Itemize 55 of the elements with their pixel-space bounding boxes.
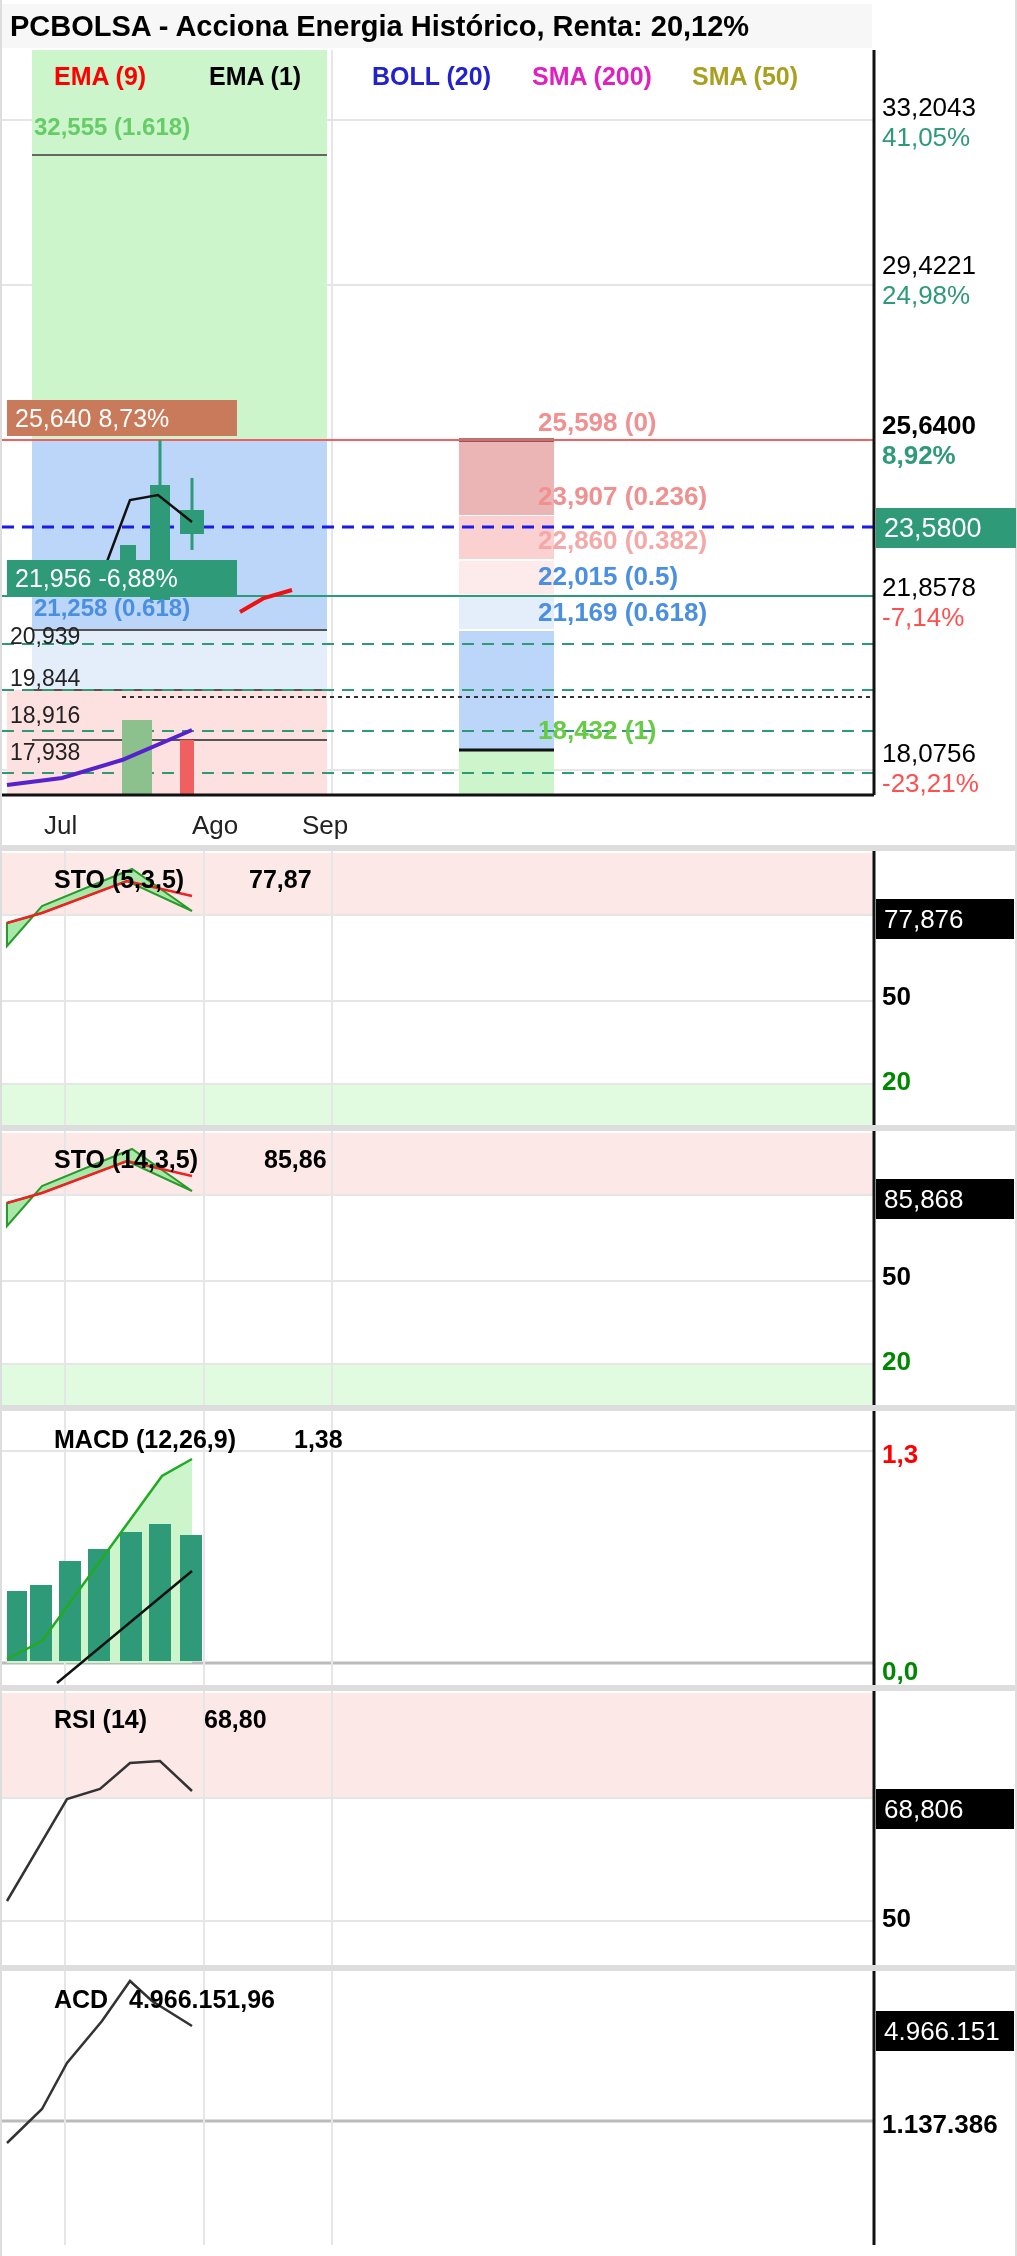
fibonacci-label: 22,015 (0.5) <box>538 560 679 592</box>
axis-change-label: 24,98% <box>882 280 971 310</box>
price-level-label: 19,844 <box>10 664 81 692</box>
x-axis-label: Ago <box>192 809 239 842</box>
fibonacci-label: 22,860 (0.382) <box>538 524 708 556</box>
current-price-tag: 23,5800 <box>876 508 1016 548</box>
indicator-value: 85,86 <box>264 1144 327 1175</box>
price-level-label: 18,916 <box>10 701 81 729</box>
axis-label: 0,0 <box>882 1656 919 1686</box>
axis-change-label: -7,14% <box>882 602 965 632</box>
indicator-value: 77,87 <box>249 864 312 895</box>
x-axis-label: Jul <box>44 809 78 842</box>
fibonacci-label: 21,169 (0.618) <box>538 596 708 628</box>
fibonacci-label: 32,555 (1.618) <box>34 112 191 142</box>
indicator-value: 1,38 <box>294 1424 343 1455</box>
indicator-value: 68,80 <box>204 1704 267 1735</box>
axis-label: 20 <box>882 1066 911 1096</box>
price-level-label: 20,939 <box>10 622 81 650</box>
axis-change-label: 41,05% <box>882 122 971 152</box>
axis-label: 50 <box>882 1903 911 1933</box>
axis-label: 50 <box>882 1261 911 1291</box>
indicator-legend: EMA (1) <box>209 58 302 96</box>
axis-price-label: 25,6400 <box>882 410 976 440</box>
indicator-legend: SMA (50) <box>692 58 799 96</box>
axis-label: 1,3 <box>882 1439 919 1469</box>
indicator-legend: EMA (9) <box>54 58 147 96</box>
indicator-title: MACD (12,26,9) <box>54 1424 236 1455</box>
axis-label: 50 <box>882 981 911 1011</box>
value-tag: 68,806 <box>876 1789 1014 1829</box>
axis-price-label: 33,2043 <box>882 92 976 122</box>
value-tag: 85,868 <box>876 1179 1014 1219</box>
x-axis-label: Sep <box>302 809 349 842</box>
chart-title: PCBOLSA - Acciona Energia Histórico, Renta: 20,12% <box>2 4 872 48</box>
histogram-bar <box>7 1591 27 1661</box>
price-level-label: 17,938 <box>10 738 81 766</box>
axis-price-label: 29,4221 <box>882 250 976 280</box>
indicator-title: ACD <box>54 1984 109 2015</box>
axis-price-label: 21,8578 <box>882 572 976 602</box>
indicator-legend: BOLL (20) <box>372 58 491 96</box>
axis-change-label: 8,92% <box>882 440 956 470</box>
volume-bar <box>180 740 194 795</box>
price-tag: 21,956 -6,88% <box>7 560 237 596</box>
indicator-legend: SMA (200) <box>532 58 652 96</box>
axis-label: 20 <box>882 1346 911 1376</box>
value-tag: 4.966.151 <box>876 2011 1014 2051</box>
indicator-title: RSI (14) <box>54 1704 148 1735</box>
axis-label: 1.137.386 <box>882 2109 998 2139</box>
fibonacci-label: 25,598 (0) <box>538 406 657 438</box>
value-tag: 77,876 <box>876 899 1014 939</box>
axis-price-label: 18,0756 <box>882 738 976 768</box>
candlestick <box>180 478 204 550</box>
axis-change-label: -23,21% <box>882 768 979 798</box>
trend-line <box>239 588 293 614</box>
fibonacci-label: 21,258 (0.618) <box>34 593 191 623</box>
price-tag: 25,640 8,73% <box>7 400 237 436</box>
